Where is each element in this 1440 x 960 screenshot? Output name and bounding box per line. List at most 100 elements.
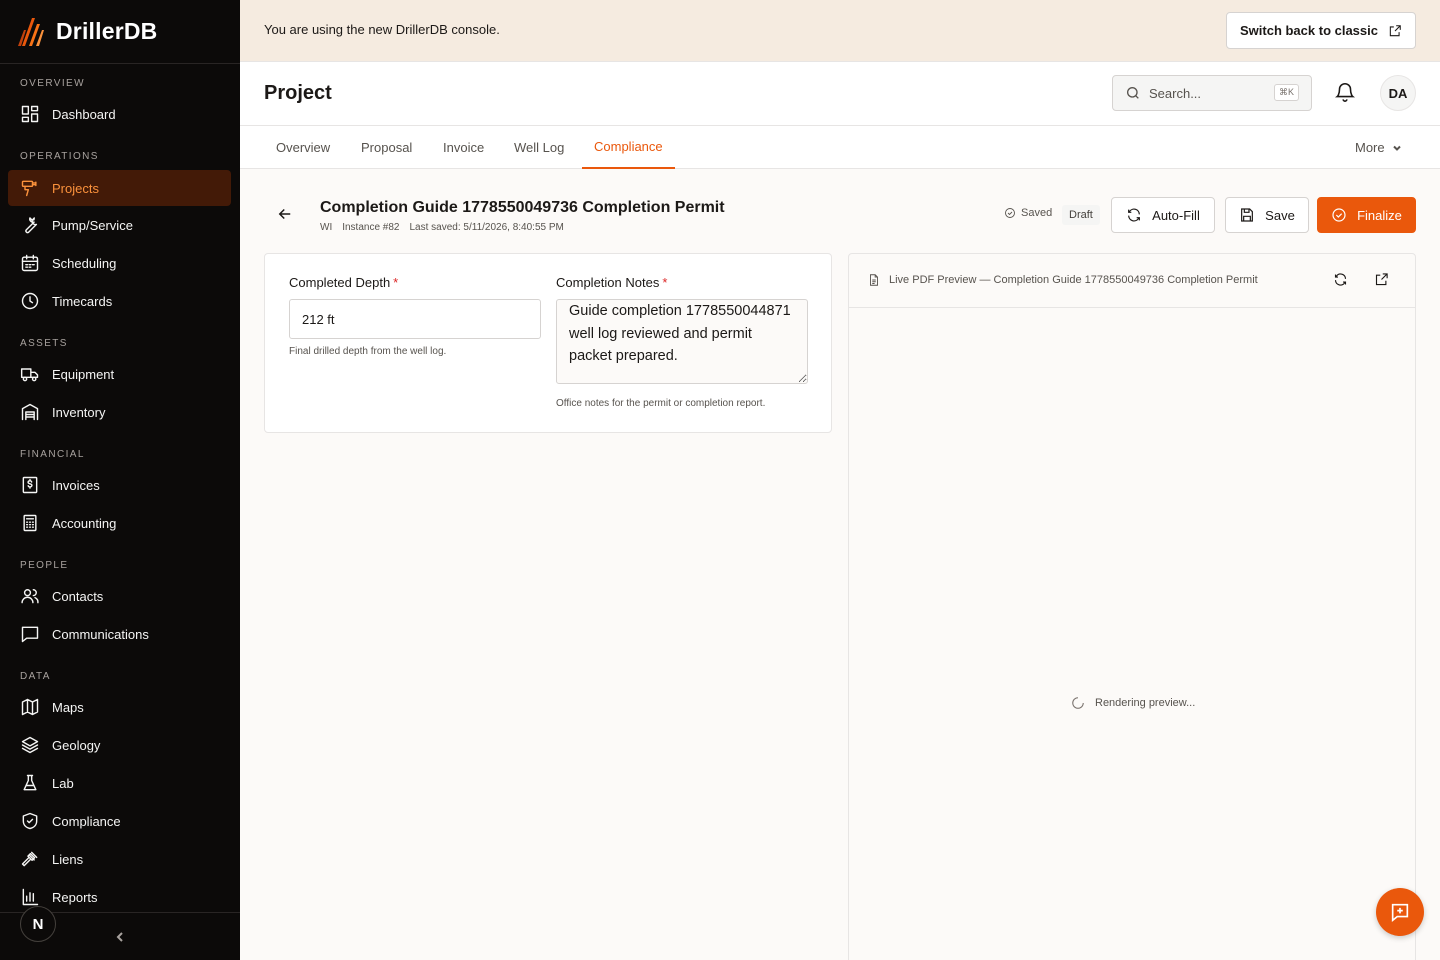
sidebar-item-scheduling[interactable]: Scheduling xyxy=(8,245,231,281)
sidebar-item-label: Pump/Service xyxy=(52,217,133,233)
sidebar-item-label: Dashboard xyxy=(52,106,116,122)
sidebar-item-pump-service[interactable]: Pump/Service xyxy=(8,207,231,243)
refresh-icon xyxy=(1334,273,1347,286)
tab-well-log[interactable]: Well Log xyxy=(514,126,564,169)
sidebar-item-label: Maps xyxy=(52,699,84,715)
page-title: Project xyxy=(264,82,332,104)
sidebar-item-invoices[interactable]: Invoices xyxy=(8,467,231,503)
document-meta: WI Instance #82 Last saved: 5/11/2026, 8… xyxy=(320,222,564,233)
sidebar-item-label: Contacts xyxy=(52,588,104,604)
open-preview-button[interactable] xyxy=(1374,272,1392,290)
completion-notes-label-text: Completion Notes xyxy=(556,275,660,290)
sidebar-item-communications[interactable]: Communications xyxy=(8,616,231,652)
sidebar-item-compliance[interactable]: Compliance xyxy=(8,803,231,839)
rendering-status: Rendering preview... xyxy=(1071,696,1195,710)
message-plus-icon xyxy=(1391,903,1409,922)
sidebar-item-geology[interactable]: Geology xyxy=(8,727,231,763)
sidebar-item-equipment[interactable]: Equipment xyxy=(8,356,231,392)
drillerdb-logo-icon xyxy=(18,17,44,46)
pdf-preview-panel: Live PDF Preview — Completion Guide 1778… xyxy=(848,253,1416,960)
back-button[interactable] xyxy=(276,205,296,225)
sidebar-item-label: Liens xyxy=(52,851,84,867)
project-tabs: Overview Proposal Invoice Well Log Compl… xyxy=(240,126,1440,169)
sidebar-item-lab[interactable]: Lab xyxy=(8,765,231,801)
page-header: Project ⌘K DA xyxy=(240,62,1440,126)
sidebar-item-dashboard[interactable]: Dashboard xyxy=(8,96,231,132)
gavel-icon xyxy=(21,851,38,867)
workspace-avatar[interactable]: N xyxy=(20,906,56,942)
clock-icon xyxy=(21,292,39,310)
form-card: Completed Depth* Final drilled depth fro… xyxy=(264,253,832,433)
completion-notes-help: Office notes for the permit or completio… xyxy=(556,398,766,409)
tab-invoice[interactable]: Invoice xyxy=(443,126,484,169)
sidebar-item-maps[interactable]: Maps xyxy=(8,689,231,725)
users-icon xyxy=(21,589,39,604)
sidebar-item-label: Equipment xyxy=(52,366,115,382)
bell-icon xyxy=(1334,83,1356,102)
sidebar: DrillerDB OVERVIEW Dashboard OPERATIONS … xyxy=(0,0,240,960)
sidebar-item-label: Lab xyxy=(52,775,74,791)
sidebar-item-label: Accounting xyxy=(52,515,117,531)
auto-fill-label: Auto-Fill xyxy=(1152,207,1200,223)
sidebar-item-timecards[interactable]: Timecards xyxy=(8,283,231,319)
document-icon xyxy=(870,274,878,286)
check-circle-icon xyxy=(1005,208,1015,218)
sidebar-item-label: Invoices xyxy=(52,477,100,493)
completed-depth-label-text: Completed Depth xyxy=(289,275,391,290)
finalize-label: Finalize xyxy=(1357,207,1402,223)
user-avatar[interactable]: DA xyxy=(1380,75,1416,111)
drill-icon xyxy=(21,180,37,197)
sidebar-item-projects[interactable]: Projects xyxy=(8,170,231,206)
chart-icon xyxy=(22,888,39,906)
calculator-icon xyxy=(23,514,37,532)
auto-fill-button[interactable]: Auto-Fill xyxy=(1111,197,1215,233)
invoice-icon xyxy=(22,476,38,494)
preview-title: Live PDF Preview — Completion Guide 1778… xyxy=(867,273,1258,287)
tab-overview[interactable]: Overview xyxy=(276,126,330,169)
feedback-button[interactable] xyxy=(1376,888,1424,936)
tab-more-dropdown[interactable]: More xyxy=(1355,126,1403,169)
rendering-text: Rendering preview... xyxy=(1095,697,1196,709)
brand[interactable]: DrillerDB xyxy=(0,0,240,64)
completed-depth-label: Completed Depth * xyxy=(289,275,398,290)
shield-icon xyxy=(22,812,38,830)
saved-indicator: Saved xyxy=(1004,207,1052,219)
completion-notes-textarea[interactable]: Guide completion 1778550044871 well log … xyxy=(556,299,808,384)
external-link-icon xyxy=(1389,24,1401,36)
preview-title-text: Live PDF Preview — Completion Guide 1778… xyxy=(889,274,1258,286)
tab-compliance[interactable]: Compliance xyxy=(582,126,675,169)
save-label: Save xyxy=(1265,207,1295,223)
section-data: DATA xyxy=(20,671,51,682)
save-button[interactable]: Save xyxy=(1225,197,1309,233)
document-state: WI xyxy=(320,222,333,233)
wrench-icon xyxy=(25,217,38,234)
search-icon xyxy=(1127,87,1139,99)
section-overview: OVERVIEW xyxy=(20,78,85,89)
search-box[interactable]: ⌘K xyxy=(1112,75,1312,111)
sidebar-item-label: Geology xyxy=(52,737,101,753)
section-people: PEOPLE xyxy=(20,560,69,571)
search-input[interactable] xyxy=(1149,85,1269,101)
required-marker: * xyxy=(662,275,668,290)
sidebar-item-label: Scheduling xyxy=(52,255,117,271)
refresh-preview-button[interactable] xyxy=(1333,272,1351,290)
sidebar-item-inventory[interactable]: Inventory xyxy=(8,394,231,430)
sidebar-item-liens[interactable]: Liens xyxy=(8,841,231,877)
collapse-sidebar-button[interactable] xyxy=(110,928,130,946)
sidebar-item-accounting[interactable]: Accounting xyxy=(8,505,231,541)
switch-classic-button[interactable]: Switch back to classic xyxy=(1226,12,1416,49)
calendar-icon xyxy=(21,254,39,272)
tab-proposal[interactable]: Proposal xyxy=(361,126,412,169)
document-title: Completion Guide 1778550049736 Completio… xyxy=(320,199,725,216)
sidebar-item-label: Projects xyxy=(52,180,99,196)
flask-icon xyxy=(23,774,37,791)
finalize-button[interactable]: Finalize xyxy=(1317,197,1416,233)
sidebar-item-label: Compliance xyxy=(52,813,121,829)
sidebar-item-contacts[interactable]: Contacts xyxy=(8,578,231,614)
layers-icon xyxy=(21,736,39,754)
saved-label: Saved xyxy=(1021,207,1053,219)
notifications-button[interactable] xyxy=(1334,81,1358,105)
external-link-icon xyxy=(1375,273,1388,286)
spinner-icon xyxy=(1072,697,1084,709)
completed-depth-input[interactable] xyxy=(289,299,541,339)
